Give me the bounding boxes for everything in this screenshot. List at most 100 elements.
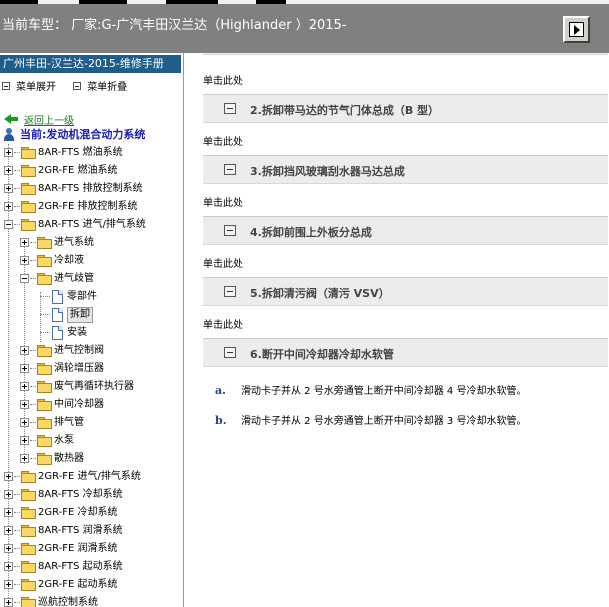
tree-item-doc[interactable]: 零部件: [0, 288, 183, 306]
tree-item-label[interactable]: 冷却液: [54, 254, 84, 268]
collapse-section-icon[interactable]: [224, 103, 236, 114]
tree-item-label[interactable]: 废气再循环执行器: [54, 380, 134, 394]
section-header[interactable]: 3.拆卸挡风玻璃刮水器马达总成: [203, 156, 608, 184]
tree-item-folder[interactable]: 8AR-FTS 燃油系统: [0, 144, 183, 162]
expand-node-icon[interactable]: [4, 544, 13, 553]
tree-item-label[interactable]: 中间冷却器: [54, 398, 104, 412]
expand-node-icon[interactable]: [4, 472, 13, 481]
click-here-link[interactable]: 单击此处: [203, 316, 243, 331]
tree-item-label[interactable]: 涡轮增压器: [54, 362, 104, 376]
tree-item-folder[interactable]: 2GR-FE 润滑系统: [0, 540, 183, 558]
tree-item-label[interactable]: 2GR-FE 起动系统: [38, 578, 118, 592]
tree-item-label[interactable]: 进气歧管: [54, 272, 94, 286]
expand-node-icon[interactable]: [4, 580, 13, 589]
expand-node-icon[interactable]: [20, 382, 29, 391]
tree-item-folder[interactable]: 2GR-FE 排放控制系统: [0, 198, 183, 216]
section-header[interactable]: 4.拆卸前围上外板分总成: [203, 217, 608, 245]
tree-item-folder[interactable]: 排气管: [0, 414, 183, 432]
tree-item-label[interactable]: 排气管: [54, 416, 84, 430]
expand-node-icon[interactable]: [4, 598, 13, 607]
expand-node-icon[interactable]: [20, 256, 29, 265]
section-header[interactable]: 2.拆卸带马达的节气门体总成（B 型）: [203, 95, 608, 123]
tree-item-label[interactable]: 8AR-FTS 燃油系统: [38, 146, 123, 160]
section-title: 4.拆卸前围上外板分总成: [250, 226, 372, 239]
collapse-section-icon[interactable]: [224, 225, 236, 236]
tree-item-label[interactable]: 进气系统: [54, 236, 94, 250]
tree-item-label[interactable]: 进气控制阀: [54, 344, 104, 358]
tree-item-folder[interactable]: 中间冷却器: [0, 396, 183, 414]
tree-item-folder[interactable]: 2GR-FE 冷却系统: [0, 504, 183, 522]
expand-node-icon[interactable]: [4, 148, 13, 157]
collapse-node-icon[interactable]: [20, 274, 29, 283]
expand-node-icon[interactable]: [20, 364, 29, 373]
click-here-link[interactable]: 单击此处: [203, 255, 243, 270]
tree-item-folder[interactable]: 进气系统: [0, 234, 183, 252]
tree-item-doc[interactable]: 拆卸: [0, 306, 183, 324]
tree-item-folder[interactable]: 2GR-FE 进气/排气系统: [0, 468, 183, 486]
expand-node-icon[interactable]: [4, 508, 13, 517]
tree-item-label[interactable]: 2GR-FE 进气/排气系统: [38, 470, 141, 484]
tree-item-folder[interactable]: 涡轮增压器: [0, 360, 183, 378]
tree-item-folder[interactable]: 8AR-FTS 起动系统: [0, 558, 183, 576]
tree-item-label[interactable]: 安装: [67, 326, 87, 340]
toggle-panel-button[interactable]: [563, 16, 590, 43]
expand-node-icon[interactable]: [4, 562, 13, 571]
collapse-section-icon[interactable]: [224, 347, 236, 358]
current-system-row: 当前:发动机混合动力系统: [4, 127, 145, 141]
expand-node-icon[interactable]: [4, 526, 13, 535]
tree-item-label[interactable]: 零部件: [67, 290, 97, 304]
tree-connector: [40, 296, 50, 297]
tree-item-label[interactable]: 8AR-FTS 起动系统: [38, 560, 123, 574]
tree-item-label[interactable]: 水泵: [54, 434, 74, 448]
tree-item-label[interactable]: 2GR-FE 排放控制系统: [38, 200, 138, 214]
tree-item-label-selected[interactable]: 拆卸: [67, 307, 93, 323]
back-link[interactable]: 返回上一级: [24, 112, 74, 127]
tree-item-folder[interactable]: 巡航控制系统: [0, 594, 183, 607]
expand-node-icon[interactable]: [20, 436, 29, 445]
expand-node-icon[interactable]: [4, 202, 13, 211]
tree-item-folder[interactable]: 冷却液: [0, 252, 183, 270]
tree-item-folder[interactable]: 8AR-FTS 排放控制系统: [0, 180, 183, 198]
section-header-partial: [203, 53, 608, 55]
tree-item-folder[interactable]: 进气控制阀: [0, 342, 183, 360]
tree-item-folder[interactable]: 散热器: [0, 450, 183, 468]
tree-item-folder[interactable]: 8AR-FTS 润滑系统: [0, 522, 183, 540]
tree-item-label[interactable]: 8AR-FTS 润滑系统: [38, 524, 123, 538]
back-arrow-icon[interactable]: [4, 114, 18, 124]
expand-node-icon[interactable]: [20, 238, 29, 247]
expand-node-icon[interactable]: [20, 418, 29, 427]
collapse-all-button[interactable]: 菜单折叠: [73, 78, 127, 93]
click-here-link[interactable]: 单击此处: [203, 72, 243, 87]
expand-node-icon[interactable]: [20, 400, 29, 409]
tree-item-folder[interactable]: 2GR-FE 燃油系统: [0, 162, 183, 180]
expand-node-icon[interactable]: [4, 490, 13, 499]
tree-item-label[interactable]: 8AR-FTS 冷却系统: [38, 488, 123, 502]
tree-item-doc[interactable]: 安装: [0, 324, 183, 342]
tree-item-label[interactable]: 8AR-FTS 进气/排气系统: [38, 218, 146, 232]
expand-node-icon[interactable]: [20, 346, 29, 355]
click-here-link[interactable]: 单击此处: [203, 133, 243, 148]
tree-item-folder[interactable]: 8AR-FTS 冷却系统: [0, 486, 183, 504]
expand-node-icon[interactable]: [20, 454, 29, 463]
tree-item-label[interactable]: 8AR-FTS 排放控制系统: [38, 182, 143, 196]
tree-item-folder[interactable]: 水泵: [0, 432, 183, 450]
collapse-node-icon[interactable]: [4, 220, 13, 229]
section-header[interactable]: 5.拆卸清污阀（清污 VSV）: [203, 278, 608, 306]
tree-item-label[interactable]: 2GR-FE 燃油系统: [38, 164, 118, 178]
tree-item-folder[interactable]: 进气歧管: [0, 270, 183, 288]
expand-node-icon[interactable]: [4, 184, 13, 193]
collapse-section-icon[interactable]: [224, 286, 236, 297]
tree-item-label[interactable]: 2GR-FE 润滑系统: [38, 542, 118, 556]
tree-item-label[interactable]: 散热器: [54, 452, 84, 466]
tree-item-folder[interactable]: 8AR-FTS 进气/排气系统: [0, 216, 183, 234]
expand-all-button[interactable]: 菜单展开: [2, 78, 56, 93]
section-header[interactable]: 6.断开中间冷却器冷却水软管: [203, 339, 608, 367]
click-here-link[interactable]: 单击此处: [203, 194, 243, 209]
tree-item-label[interactable]: 2GR-FE 冷却系统: [38, 506, 118, 520]
tree-item-folder[interactable]: 废气再循环执行器: [0, 378, 183, 396]
collapse-section-icon[interactable]: [224, 164, 236, 175]
expand-node-icon[interactable]: [4, 166, 13, 175]
tree-connector: [14, 188, 20, 189]
tree-item-folder[interactable]: 2GR-FE 起动系统: [0, 576, 183, 594]
tree-item-label[interactable]: 巡航控制系统: [38, 596, 98, 607]
